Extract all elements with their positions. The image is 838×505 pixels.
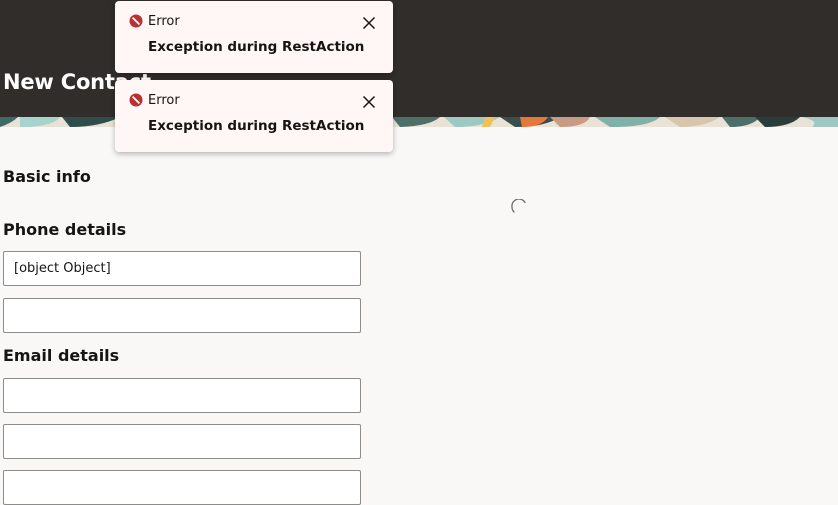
toast-title: Error: [148, 93, 180, 108]
section-heading-phone-details: Phone details: [3, 220, 127, 239]
section-heading-basic-info: Basic info: [3, 167, 91, 186]
phone-field-1[interactable]: [3, 251, 361, 286]
error-toast: Error Exception during RestAction: [115, 1, 393, 73]
email-field-1[interactable]: [3, 378, 361, 413]
close-icon: [362, 95, 376, 109]
toast-close-button[interactable]: [359, 92, 379, 112]
email-field-2[interactable]: [3, 424, 361, 459]
section-heading-email-details: Email details: [3, 346, 120, 365]
toast-title: Error: [148, 14, 180, 29]
toast-close-button[interactable]: [359, 13, 379, 33]
toast-message: Exception during RestAction: [148, 39, 365, 55]
error-icon: [129, 93, 143, 107]
loading-spinner-icon: [511, 199, 526, 213]
phone-field-2[interactable]: [3, 298, 361, 333]
error-toast: Error Exception during RestAction: [115, 80, 393, 152]
toast-message: Exception during RestAction: [148, 118, 365, 134]
close-icon: [362, 16, 376, 30]
error-icon: [129, 14, 143, 28]
email-field-3[interactable]: [3, 470, 361, 505]
